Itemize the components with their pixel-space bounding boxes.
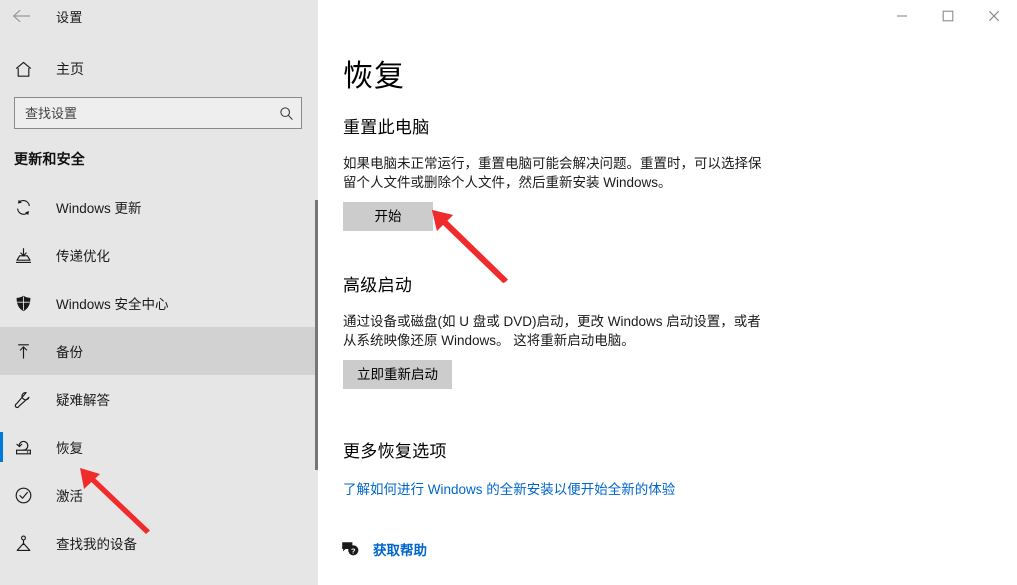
minimize-button[interactable] [879,0,925,32]
delivery-optimization-icon [14,246,40,265]
back-arrow-icon [12,9,32,23]
title-bar-left: 设置 [0,0,318,32]
section-body-reset-pc: 如果电脑未正常运行，重置电脑可能会解决问题。重置时，可以选择保留个人文件或删除个… [343,156,762,190]
fresh-start-link[interactable]: 了解如何进行 Windows 的全新安装以便开始全新的体验 [343,478,675,498]
help-bubble-icon: ? [338,541,362,557]
sidebar-group-title: 更新和安全 [14,151,85,167]
sidebar-item-activation[interactable]: 激活 [0,471,318,519]
sidebar-item-home[interactable]: 主页 [0,49,318,89]
get-help-link[interactable]: 获取帮助 [373,539,427,559]
search-box[interactable] [14,97,302,129]
settings-window: 设置 主页 查找设置 更新和安全 Windows 更新 传递优化 Windows… [0,0,1017,585]
sidebar-item-label: 恢复 [56,441,83,456]
section-heading-advanced-startup: 高级启动 [343,276,413,295]
sidebar-item-label: 激活 [56,489,83,504]
wrench-icon [14,390,40,409]
sidebar-item-find-my-device[interactable]: 查找我的设备 [0,519,318,567]
main-content: 恢复 重置此电脑 如果电脑未正常运行，重置电脑可能会解决问题。重置时，可以选择保… [318,32,1017,585]
title-bar: 设置 [0,0,1017,32]
sidebar-item-windows-update[interactable]: Windows 更新 [0,183,318,231]
restart-now-button[interactable]: 立即重新启动 [343,360,452,389]
sidebar-item-label: Windows 更新 [56,201,142,216]
section-heading-reset-pc: 重置此电脑 [343,118,430,137]
sidebar-item-label: Windows 安全中心 [56,297,169,312]
minimize-icon [896,10,908,22]
check-circle-icon [14,486,40,505]
start-reset-button[interactable]: 开始 [343,202,433,231]
sidebar-item-label: 疑难解答 [56,393,110,408]
sidebar-item-label: 查找我的设备 [56,537,137,552]
maximize-icon [942,10,954,22]
app-title: 设置 [56,9,83,25]
sync-icon [14,198,40,217]
search-input[interactable] [25,98,277,128]
get-help-row[interactable]: ? 获取帮助 [338,539,1017,559]
sidebar-item-windows-security[interactable]: Windows 安全中心 [0,279,318,327]
svg-text:?: ? [351,546,356,555]
sidebar: 主页 更新和安全 [0,32,318,585]
close-button[interactable] [971,0,1017,32]
sidebar-item-troubleshoot[interactable]: 疑难解答 [0,375,318,423]
sidebar-item-backup[interactable]: 备份 [0,327,318,375]
search-icon [277,106,295,121]
section-heading-more-recovery-options: 更多恢复选项 [343,442,447,461]
sidebar-item-recovery[interactable]: 恢复 [0,423,318,471]
sidebar-item-label: 备份 [56,345,83,360]
sidebar-item-label: 传递优化 [56,249,110,264]
sidebar-nav-list: Windows 更新 传递优化 Windows 安全中心 备份 疑难解答 恢复 … [0,183,318,567]
backup-upload-icon [14,342,40,361]
window-controls [879,0,1017,32]
shield-icon [14,294,40,313]
sidebar-home-label: 主页 [56,61,84,77]
recovery-icon [14,438,40,457]
close-icon [988,10,1000,22]
home-icon [14,60,40,79]
sidebar-item-delivery-optimization[interactable]: 传递优化 [0,231,318,279]
section-body-advanced-startup: 通过设备或磁盘(如 U 盘或 DVD)启动，更改 Windows 启动设置，或者… [343,314,761,348]
find-my-device-icon [14,534,40,553]
maximize-button[interactable] [925,0,971,32]
page-title: 恢复 [343,60,405,93]
back-button[interactable] [0,0,44,32]
